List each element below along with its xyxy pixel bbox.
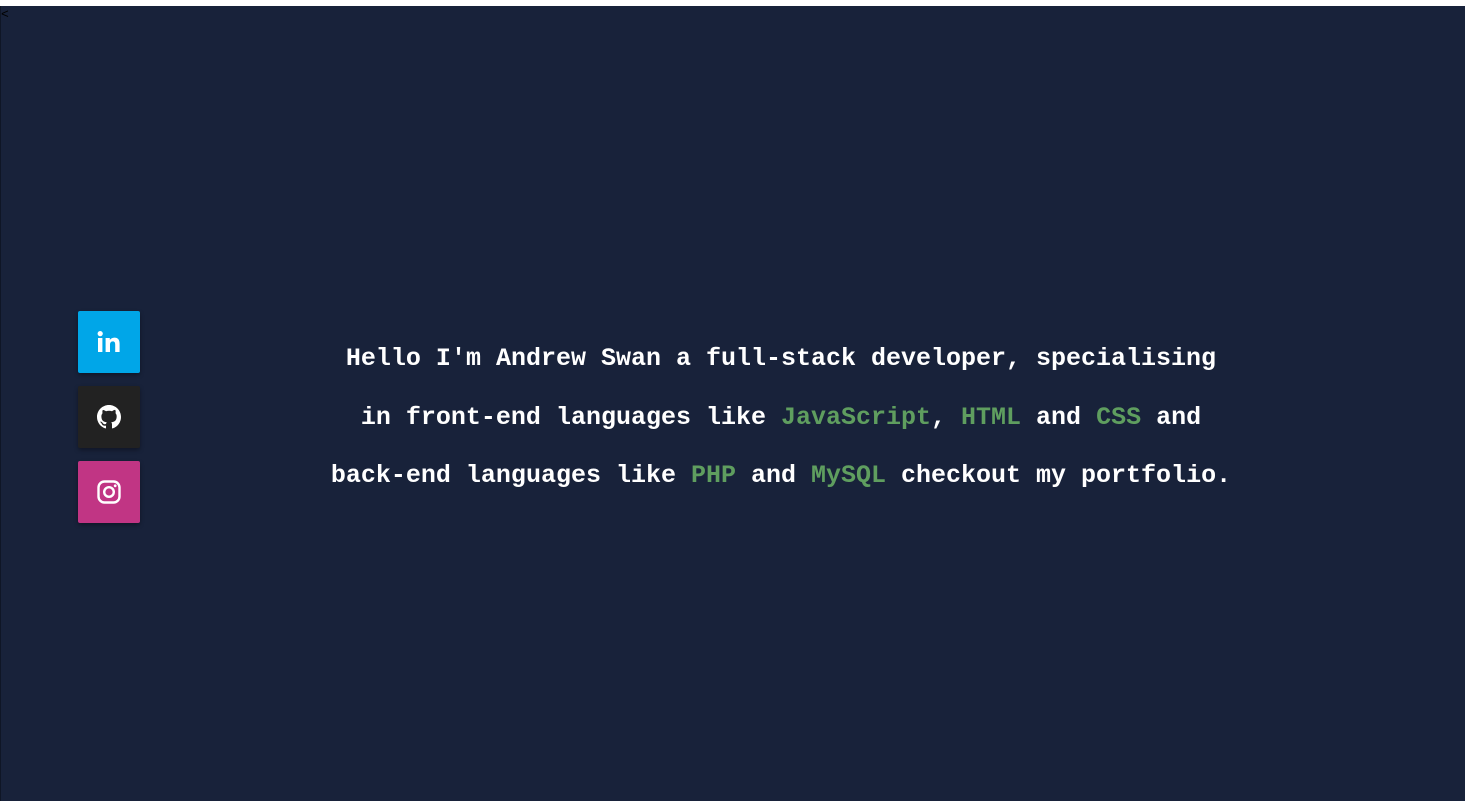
instagram-button[interactable] xyxy=(78,461,140,523)
intro-line-3: back-end languages like PHP and MySQL ch… xyxy=(221,447,1341,506)
highlight-css: CSS xyxy=(1096,402,1142,432)
hero-section: Hello I'm Andrew Swan a full-stack devel… xyxy=(0,6,1465,801)
stray-character: < xyxy=(1,7,9,22)
highlight-mysql: MySQL xyxy=(811,461,887,490)
intro-line-3-and: and xyxy=(735,461,811,490)
intro-line-2-prefix: in front-end languages like xyxy=(360,402,781,432)
social-links-bar xyxy=(78,311,140,523)
intro-line-1: Hello I'm Andrew Swan a full-stack devel… xyxy=(221,330,1341,389)
intro-line-3-suffix: checkout my portfolio. xyxy=(886,461,1232,490)
instagram-icon xyxy=(96,479,122,505)
intro-line-2-and: and xyxy=(1021,402,1097,432)
linkedin-icon xyxy=(96,329,122,355)
intro-line-2: in front-end languages like JavaScript, … xyxy=(221,389,1341,448)
intro-line-1-text: Hello I'm Andrew Swan a full-stack devel… xyxy=(345,344,1217,373)
github-icon xyxy=(97,405,121,429)
highlight-php: PHP xyxy=(690,461,736,490)
linkedin-button[interactable] xyxy=(78,311,140,373)
intro-line-2-comma: , xyxy=(931,402,962,432)
github-button[interactable] xyxy=(78,386,140,448)
intro-line-3-prefix: back-end languages like xyxy=(330,461,691,490)
intro-line-2-suffix: and xyxy=(1141,402,1202,432)
intro-paragraph: Hello I'm Andrew Swan a full-stack devel… xyxy=(221,330,1341,506)
highlight-javascript: JavaScript xyxy=(780,402,932,432)
highlight-html: HTML xyxy=(961,402,1022,432)
